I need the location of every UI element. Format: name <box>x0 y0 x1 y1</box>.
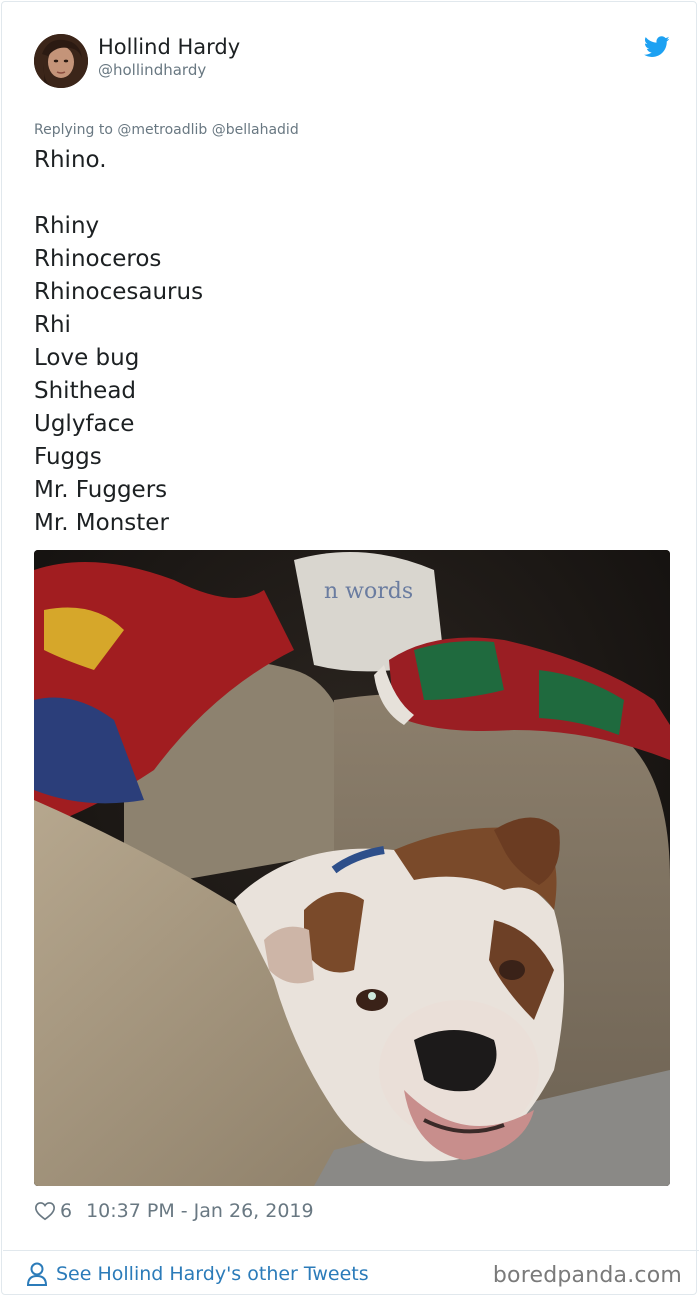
pillow-text: n words <box>324 579 413 604</box>
replying-prefix: Replying to <box>34 122 118 138</box>
tweet-line: Uglyface <box>34 411 135 437</box>
twitter-bird-icon[interactable] <box>644 36 670 58</box>
tweet-line: Mr. Monster <box>34 510 169 536</box>
display-name[interactable]: Hollind Hardy <box>98 34 240 60</box>
user-handle[interactable]: @hollindhardy <box>98 60 206 80</box>
mention-link[interactable]: @metroadlib <box>117 122 207 138</box>
avatar[interactable] <box>34 34 88 88</box>
tweet-line: Love bug <box>34 345 140 371</box>
boredpanda-watermark: boredpanda.com <box>492 1263 682 1288</box>
tweet-line: Rhino. <box>34 147 107 173</box>
tweet-line: Mr. Fuggers <box>34 477 168 503</box>
tweet-text: Rhino. Rhiny Rhinoceros Rhinocesaurus Rh… <box>34 144 203 540</box>
like-count[interactable]: 6 <box>60 1200 72 1222</box>
tweet-line <box>34 177 203 210</box>
tweet-line: Rhinocesaurus <box>34 279 204 305</box>
tweet-line: Rhinoceros <box>34 246 162 272</box>
tweet-card: Hollind Hardy @hollindhardy Replying to … <box>1 1 699 1295</box>
tweet-meta: 6 10:37 PM - Jan 26, 2019 <box>34 1198 314 1224</box>
heart-icon[interactable] <box>34 1200 56 1222</box>
tweet-line: Shithead <box>34 378 137 404</box>
mention-link[interactable]: @bellahadid <box>212 122 299 138</box>
tweet-line: Rhi <box>34 312 71 338</box>
see-other-tweets-link[interactable]: See Hollind Hardy's other Tweets <box>26 1261 369 1287</box>
person-icon <box>26 1262 48 1286</box>
timestamp[interactable]: 10:37 PM - Jan 26, 2019 <box>86 1200 314 1222</box>
replying-to: Replying to @metroadlib @bellahadid <box>34 121 299 139</box>
see-other-tweets-label: See Hollind Hardy's other Tweets <box>56 1263 369 1285</box>
tweet-line: Fuggs <box>34 444 102 470</box>
divider <box>3 1250 699 1251</box>
tweet-line: Rhiny <box>34 213 100 239</box>
tweet-photo[interactable]: n words <box>34 550 670 1186</box>
